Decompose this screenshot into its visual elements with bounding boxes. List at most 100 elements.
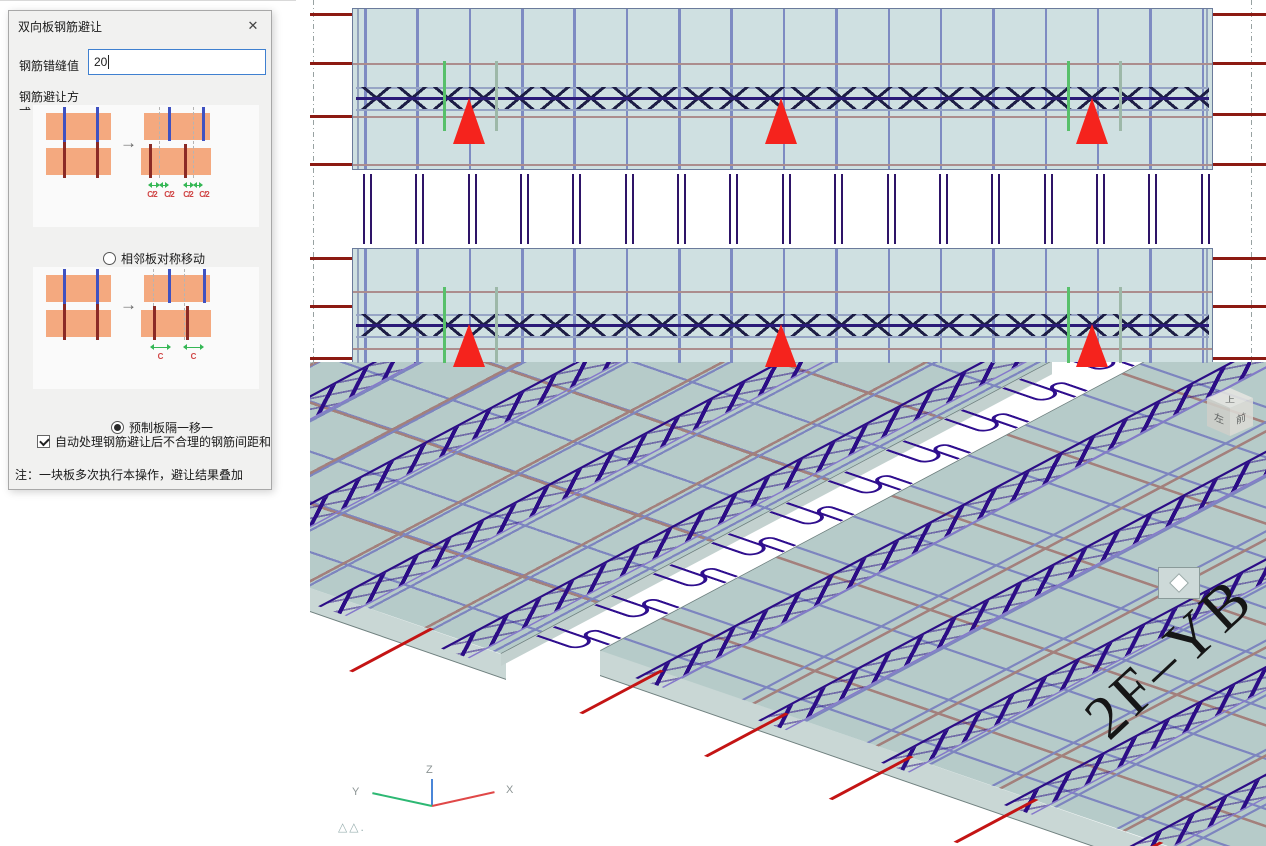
axis-y-label: Y	[352, 786, 360, 798]
slab-cutout	[1158, 567, 1200, 599]
grid-line-red	[1213, 357, 1266, 360]
viewport-3d[interactable]: 2F–YB 上 左 前 Z X Y △△.	[310, 362, 1266, 846]
protruding-rebar	[684, 174, 687, 244]
rebar-line-vertical	[1044, 249, 1048, 363]
spacer-bar-green	[495, 287, 498, 363]
protruding-rebar	[736, 174, 739, 244]
grid-line-red	[310, 305, 352, 308]
axis-x-label: X	[506, 784, 514, 796]
protruding-rebar	[415, 174, 418, 244]
precast-slab-plan	[352, 248, 1213, 367]
grid-line-red	[310, 357, 352, 360]
protruding-rebar	[474, 174, 477, 244]
spacer-bar-green	[1119, 287, 1122, 363]
protruding-rebar	[370, 174, 372, 244]
direction-marker-triangle	[453, 324, 485, 367]
grid-line-red	[1213, 305, 1266, 308]
grid-line-red	[310, 62, 352, 65]
rebar-line-vertical	[364, 249, 367, 363]
protruding-rebar	[1200, 174, 1203, 244]
grid-axis-line	[313, 0, 314, 364]
rebar-line-vertical	[1201, 249, 1205, 363]
rebar-line-vertical	[625, 249, 629, 363]
grid-line-red	[1213, 163, 1266, 166]
view-cube[interactable]: 上 左 前	[1205, 388, 1255, 444]
spacer-bar-green	[1067, 287, 1070, 363]
protruding-rebar	[572, 174, 575, 244]
protruding-rebar	[1207, 174, 1210, 244]
protruding-rebar	[520, 174, 523, 244]
spacer-bar-green	[495, 61, 498, 131]
protruding-rebar	[363, 174, 365, 244]
grid-line-red	[1213, 62, 1266, 65]
grid-axis-line	[1251, 0, 1252, 364]
checkbox-icon[interactable]	[37, 435, 50, 448]
protruding-rebar	[938, 174, 941, 244]
rebar-line-vertical	[730, 249, 733, 363]
axis-y-line	[372, 792, 433, 807]
rebar-line-vertical	[939, 249, 943, 363]
rebar-line-vertical	[573, 249, 576, 363]
grid-line-red	[1213, 257, 1266, 260]
protruding-rebar	[1148, 174, 1151, 244]
protruding-rebar	[998, 174, 1001, 244]
grid-line-red	[1213, 113, 1266, 116]
protruding-rebar	[841, 174, 844, 244]
protruding-rebar	[893, 174, 896, 244]
protruding-rebar	[624, 174, 627, 244]
spacer-bar-green	[443, 61, 446, 131]
grid-line-red	[310, 257, 352, 260]
direction-marker-triangle	[765, 98, 797, 144]
spacer-bar-green	[1067, 61, 1070, 131]
protruding-rebar	[886, 174, 889, 244]
protruding-rebar	[467, 174, 470, 244]
protruding-rebar	[781, 174, 784, 244]
axis-z-line	[431, 779, 433, 806]
protruding-rebar	[729, 174, 732, 244]
slab-edge-line	[1206, 249, 1208, 363]
axis-x-line	[431, 791, 495, 807]
protruding-rebar	[991, 174, 994, 244]
rebar-line-horizontal	[353, 164, 1212, 166]
grid-line-red	[1213, 13, 1266, 16]
plan-view-strips	[0, 0, 1266, 380]
checkbox-label: 自动处理钢筋避让后不合理的钢筋间距和排	[55, 435, 272, 449]
protruding-rebar	[1043, 174, 1046, 244]
rebar-line-horizontal	[353, 291, 1212, 293]
auto-fix-checkbox-row[interactable]: 自动处理钢筋避让后不合理的钢筋间距和排	[37, 433, 272, 450]
rebar-line-vertical	[678, 249, 681, 363]
axis-z-label: Z	[426, 764, 433, 776]
spacer-bar-green	[1119, 61, 1122, 131]
rebar-line-vertical	[416, 249, 419, 363]
rebar-line-vertical	[521, 249, 524, 363]
rebar-line-vertical	[1149, 249, 1152, 363]
rebar-line-vertical	[992, 249, 995, 363]
direction-marker-triangle	[765, 324, 797, 367]
precast-slab-plan	[352, 8, 1213, 170]
protruding-rebar	[1102, 174, 1105, 244]
protruding-rebar	[1155, 174, 1158, 244]
rebar-line-vertical	[835, 249, 838, 363]
protruding-rebar	[1095, 174, 1098, 244]
rebar-line-vertical	[887, 249, 890, 363]
view-cube-top-label: 上	[1225, 395, 1235, 405]
grid-line-red	[310, 115, 352, 118]
protruding-rebar	[834, 174, 837, 244]
protruding-rebar	[527, 174, 530, 244]
dialog-note: 注：一块板多次执行本操作，避让结果叠加	[15, 468, 244, 482]
protruding-rebar	[422, 174, 425, 244]
protruding-rebar	[631, 174, 634, 244]
direction-marker-triangle	[1076, 98, 1108, 144]
protruding-rebar	[788, 174, 791, 244]
protruding-rebar	[1050, 174, 1053, 244]
protruding-rebar	[677, 174, 680, 244]
rebar-line-horizontal	[353, 63, 1212, 65]
app-window: 双向板钢筋避让 ✕ 钢筋错缝值 20 钢筋避让方式 →	[0, 0, 1266, 846]
corner-watermark: △△.	[338, 820, 366, 834]
protruding-rebar	[579, 174, 582, 244]
protruding-rebar	[945, 174, 948, 244]
slab-edge-line	[357, 249, 359, 363]
grid-line-red	[310, 163, 352, 166]
direction-marker-triangle	[453, 98, 485, 144]
grid-line-red	[310, 13, 352, 16]
